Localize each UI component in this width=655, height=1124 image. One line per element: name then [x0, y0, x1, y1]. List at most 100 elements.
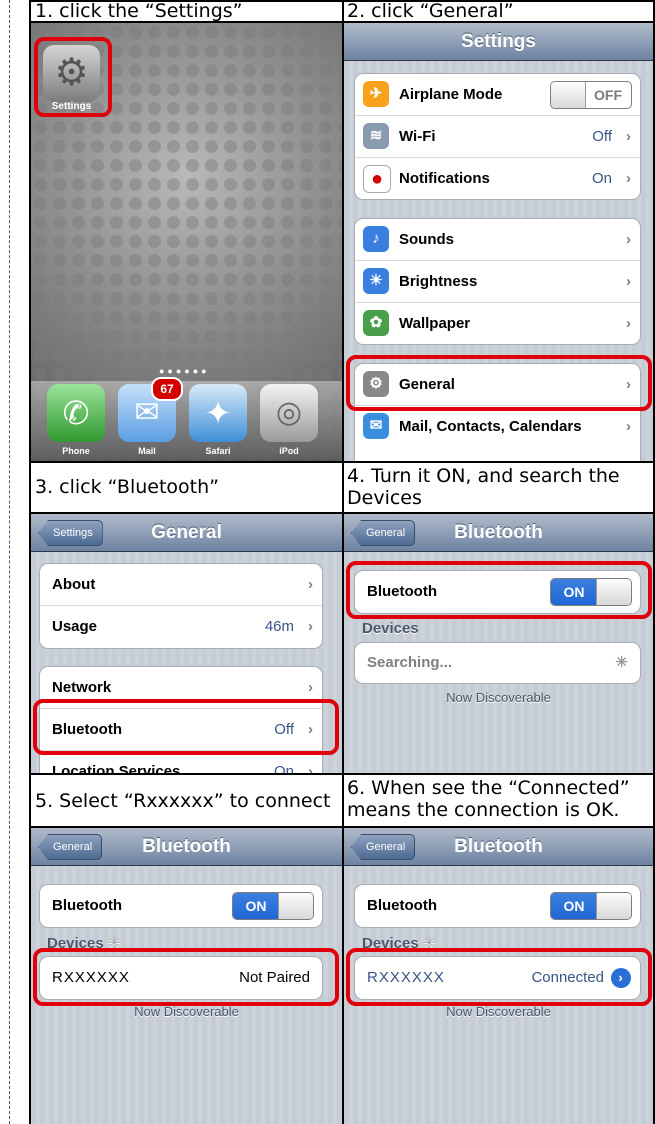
airplane-icon: ✈ [363, 81, 389, 107]
general-row-usage[interactable]: Usage 46m › [40, 606, 322, 647]
step-2-caption: 2. click “General” [347, 0, 514, 22]
bluetooth-toggle-group: Bluetooth ON [354, 884, 641, 928]
dock-label: iPod [279, 446, 299, 456]
notifications-icon: ● [363, 165, 391, 193]
nav-title: Settings [461, 31, 536, 52]
nav-title: Bluetooth [454, 836, 543, 857]
row-value: On [591, 170, 612, 187]
settings-row-airplane[interactable]: ✈ Airplane Mode OFF [355, 74, 640, 115]
nav-bar: General Bluetooth [344, 514, 653, 552]
spinner-icon: ✳ [615, 654, 628, 671]
nav-bar: Settings General [31, 514, 342, 552]
devices-group: Searching... ✳ [354, 642, 641, 684]
nav-bar: General Bluetooth [344, 828, 653, 866]
step-1-caption: 1. click the “Settings” [35, 0, 243, 22]
general-screen: Settings General About › Usage 46m › Net… [31, 514, 342, 773]
table-rule [29, 773, 655, 775]
bluetooth-toggle-row: Bluetooth ON [355, 885, 640, 927]
chevron-right-icon: › [308, 576, 313, 593]
bluetooth-toggle-group: Bluetooth ON [39, 884, 323, 928]
settings-row-brightness[interactable]: ☀ Brightness › [355, 261, 640, 302]
row-label: Wi-Fi [399, 128, 436, 145]
bluetooth-toggle[interactable]: ON [550, 892, 632, 920]
wallpaper-icon: ✿ [363, 310, 389, 336]
phone-icon[interactable]: ✆ [47, 384, 105, 442]
sounds-icon: ♪ [363, 226, 389, 252]
chevron-right-icon: › [626, 128, 631, 145]
discoverable-note: Now Discoverable [446, 1004, 551, 1019]
general-group-1: About › Usage 46m › [39, 563, 323, 649]
devices-header: Devices [362, 620, 419, 637]
settings-group-2: ♪ Sounds › ☀ Brightness › ✿ Wallpaper › [354, 218, 641, 345]
dock-label: Mail [138, 446, 156, 456]
margin-dashed-line [9, 0, 10, 1124]
dock-label: Phone [62, 446, 90, 456]
safari-compass-icon[interactable]: ✦ [189, 384, 247, 442]
toggle-knob [596, 893, 631, 919]
wifi-icon: ≋ [363, 123, 389, 149]
chevron-right-icon: › [626, 231, 631, 248]
mail-icon: ✉ [363, 413, 389, 439]
toggle-off-text: OFF [594, 87, 622, 103]
step-6-caption: 6. When see the “Connected” means the co… [347, 777, 630, 821]
row-label: About [52, 576, 96, 593]
settings-screen: Settings ✈ Airplane Mode OFF ≋ Wi-Fi Off… [344, 23, 653, 461]
settings-row-wifi[interactable]: ≋ Wi-Fi Off › [355, 116, 640, 157]
row-label: Sounds [399, 231, 454, 248]
toggle-knob [278, 893, 313, 919]
page-dots: ●●●●●● [159, 366, 210, 376]
step-3-caption: 3. click “Bluetooth” [35, 476, 219, 498]
settings-group-1: ✈ Airplane Mode OFF ≋ Wi-Fi Off › ● Noti… [354, 73, 641, 200]
row-label: Searching... [367, 654, 453, 671]
bluetooth-toggle[interactable]: ON [232, 892, 314, 920]
nav-title: General [151, 522, 222, 543]
chevron-right-icon: › [308, 618, 313, 635]
toggle-knob [551, 82, 586, 108]
highlight-bluetooth [33, 699, 339, 755]
bluetooth-toggle-row: Bluetooth ON [40, 885, 322, 927]
general-row-about[interactable]: About › [40, 564, 322, 605]
step-5-caption: 5. Select “Rxxxxxx” to connect [35, 790, 331, 812]
chevron-right-icon: › [626, 273, 631, 290]
dock-label: Safari [205, 446, 231, 456]
bluetooth-connected-screen: General Bluetooth Bluetooth ON Devices ✳… [344, 828, 653, 1124]
nav-title: Bluetooth [142, 836, 231, 857]
row-label: Bluetooth [367, 897, 437, 914]
chevron-right-icon: › [626, 170, 631, 187]
settings-row-notifications[interactable]: ● Notifications On › [355, 158, 640, 199]
searching-row: Searching... ✳ [355, 643, 640, 683]
nav-bar: General Bluetooth [31, 828, 342, 866]
ipod-icon[interactable]: ◎ [260, 384, 318, 442]
row-value: 46m [264, 618, 294, 635]
row-value: Off [592, 128, 612, 145]
row-label: Brightness [399, 273, 478, 290]
highlight-bluetooth-toggle [346, 561, 652, 619]
nav-bar: Settings [344, 23, 653, 61]
discoverable-note: Now Discoverable [134, 1004, 239, 1019]
highlight-general [346, 355, 652, 411]
row-label: Usage [52, 618, 98, 635]
mail-badge: 67 [151, 377, 183, 401]
bluetooth-select-screen: General Bluetooth Bluetooth ON Devices ✳… [31, 828, 342, 1124]
settings-row-sounds[interactable]: ♪ Sounds › [355, 219, 640, 260]
bluetooth-search-screen: General Bluetooth Bluetooth ON Devices S… [344, 514, 653, 773]
home-screen: ⚙ Settings ●●●●●● ✆ ✉ 67 ✦ ◎ Phone Mail … [31, 23, 342, 461]
settings-row-wallpaper[interactable]: ✿ Wallpaper › [355, 303, 640, 344]
row-label: Mail, Contacts, Calendars [399, 418, 582, 435]
nav-title: Bluetooth [454, 522, 543, 543]
chevron-right-icon: › [626, 315, 631, 332]
instruction-table: 1. click the “Settings” 2. click “Genera… [29, 0, 655, 1124]
brightness-icon: ☀ [363, 268, 389, 294]
toggle-on-text: ON [551, 893, 597, 919]
row-label: Notifications [399, 170, 490, 187]
highlight-settings [34, 37, 112, 117]
settings-row-mail[interactable]: ✉ Mail, Contacts, Calendars › [355, 406, 640, 447]
row-label: Wallpaper [399, 315, 471, 332]
step-4-caption: 4. Turn it ON, and search the Devices [347, 465, 620, 509]
airplane-toggle[interactable]: OFF [550, 81, 632, 109]
table-rule [29, 461, 655, 463]
highlight-device [33, 948, 339, 1006]
discoverable-note: Now Discoverable [446, 690, 551, 705]
toggle-on-text: ON [233, 893, 279, 919]
highlight-connected [346, 948, 652, 1006]
